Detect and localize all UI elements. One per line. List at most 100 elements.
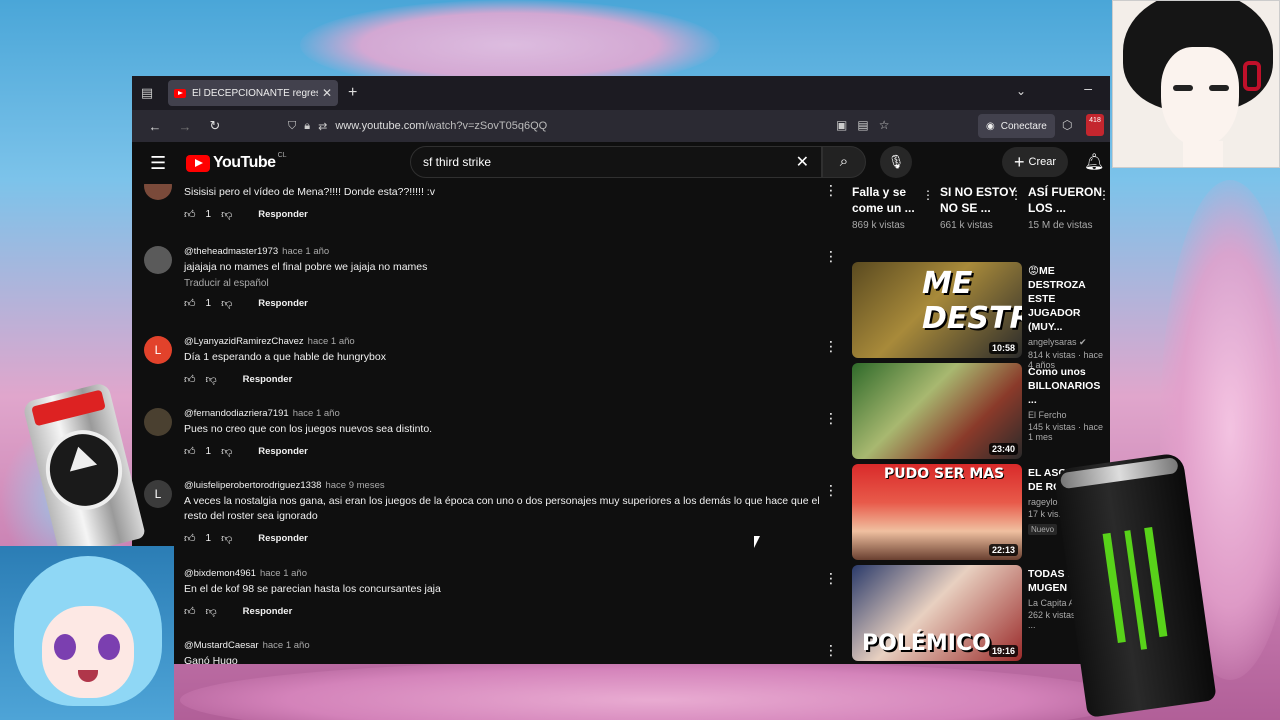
avatar[interactable] xyxy=(144,246,172,274)
mouse-cursor-icon xyxy=(754,536,760,548)
cherry-blossom-decoration xyxy=(180,660,1130,720)
more-icon[interactable]: ⋮ xyxy=(824,570,838,587)
video-thumbnail[interactable]: ME DESTROZA 10:58 xyxy=(852,262,1022,358)
dislike-icon[interactable]: 👎︎ xyxy=(206,605,217,618)
youtube-play-icon xyxy=(186,154,210,172)
dislike-icon[interactable]: 👎︎ xyxy=(221,297,232,310)
comment-header: @bixdemon4961 hace 1 año xyxy=(184,568,834,579)
chevron-down-icon[interactable]: ⌄ xyxy=(1016,84,1026,98)
more-icon[interactable]: ⋮ xyxy=(824,642,838,659)
comment-author[interactable]: @fernandodiazriera7191 xyxy=(184,408,289,419)
like-icon[interactable]: 👍︎ xyxy=(184,605,196,618)
short-item[interactable]: SI NO ESTOY NO SE ... 661 k vistas ⋮ xyxy=(940,184,1024,258)
video-item[interactable]: 23:40 Como unos BILLONARIOS ... El Ferch… xyxy=(852,363,1110,464)
notifications-bell-icon[interactable]: 🔔︎ xyxy=(1084,152,1104,172)
channel-name[interactable]: angelysaras ✔ xyxy=(1028,337,1106,348)
clear-search-icon[interactable]: ✕ xyxy=(796,152,809,172)
like-count: 1 xyxy=(205,209,212,220)
avatar[interactable] xyxy=(144,408,172,436)
avatar-eye xyxy=(98,634,120,660)
reply-button[interactable]: Responder xyxy=(258,533,308,544)
reload-icon[interactable]: ↻ xyxy=(200,118,230,134)
reply-button[interactable]: Responder xyxy=(258,298,308,309)
search-button[interactable]: ⌕ xyxy=(822,146,866,178)
more-icon[interactable]: ⋮ xyxy=(824,338,838,355)
like-icon[interactable]: 👍︎ xyxy=(184,532,196,545)
bookmark-star-icon[interactable]: ☆ xyxy=(879,118,890,132)
like-icon[interactable]: 👍︎ xyxy=(184,373,196,386)
search-input[interactable]: sf third strike ✕ xyxy=(410,146,822,178)
new-tab-button[interactable]: + xyxy=(348,84,357,102)
back-arrow-icon[interactable]: ← xyxy=(140,119,170,134)
more-icon[interactable]: ⋮ xyxy=(922,188,934,202)
url-actions: ▣ ▤ ☆ xyxy=(836,118,889,132)
hair-clip xyxy=(1243,61,1261,91)
short-item[interactable]: Falla y se come un ... 869 k vistas ⋮ xyxy=(852,184,936,258)
extensions-icon[interactable]: ⬡ xyxy=(1062,118,1072,132)
video-item[interactable]: ME DESTROZA 10:58 😡ME DESTROZA ESTE JUGA… xyxy=(852,262,1110,370)
like-icon[interactable]: 👍︎ xyxy=(184,445,196,458)
dislike-icon[interactable]: 👎︎ xyxy=(221,445,232,458)
reply-button[interactable]: Responder xyxy=(258,209,308,220)
video-meta: 145 k vistas · hace 1 mes xyxy=(1028,422,1104,442)
avatar[interactable]: L xyxy=(144,480,172,508)
dislike-icon[interactable]: 👎︎ xyxy=(206,373,217,386)
like-icon[interactable]: 👍︎ xyxy=(184,208,196,221)
reply-button[interactable]: Responder xyxy=(258,446,308,457)
dislike-icon[interactable]: 👎︎ xyxy=(221,208,232,221)
voice-search-button[interactable]: 🎙︎ xyxy=(880,146,912,178)
comment-header: @theheadmaster1973 hace 1 año xyxy=(184,246,834,257)
country-code: CL xyxy=(277,151,287,159)
comment-author[interactable]: @theheadmaster1973 xyxy=(184,246,278,257)
video-thumbnail[interactable]: POLÉMICO 19:16 xyxy=(852,565,1022,661)
reader-icon[interactable]: ▤ xyxy=(857,118,868,132)
url-bar[interactable]: ⛉ 🔒︎ ⇄ www.youtube.com/watch?v=zSovT05q6… xyxy=(288,114,908,138)
thumbnail-text: ME DESTROZA xyxy=(922,266,1022,336)
short-item[interactable]: ASÍ FUERON LOS ... 15 M de vistas ⋮ xyxy=(1028,184,1110,258)
like-icon[interactable]: 👍︎ xyxy=(184,297,196,310)
comment-author[interactable]: @luisfeliperobertorodriguez1338 xyxy=(184,480,321,491)
account-button[interactable]: ◉ Conectare xyxy=(978,114,1055,138)
more-icon[interactable]: ⋮ xyxy=(824,410,838,427)
comment-time: hace 9 meses xyxy=(325,480,385,491)
lock-icon[interactable]: 🔒︎ xyxy=(304,120,310,133)
more-icon[interactable]: ⋮ xyxy=(1010,188,1022,202)
avatar[interactable] xyxy=(144,184,172,200)
close-tab-icon[interactable]: ✕ xyxy=(322,86,332,100)
reply-button[interactable]: Responder xyxy=(243,606,293,617)
create-button[interactable]: + Crear xyxy=(1002,147,1069,177)
channel-name[interactable]: El Fercho xyxy=(1028,410,1106,420)
comment-text: Día 1 esperando a que hable de hungrybox xyxy=(184,351,386,363)
picture-icon[interactable]: ▣ xyxy=(836,118,847,132)
shield-icon[interactable]: ⛉ xyxy=(288,120,296,133)
extension-badge[interactable]: 418 xyxy=(1086,114,1104,136)
more-icon[interactable]: ⋮ xyxy=(824,482,838,499)
comments-section: Sisisisi pero el vídeo de Mena?!!!! Dond… xyxy=(132,184,842,664)
avatar[interactable]: L xyxy=(144,336,172,364)
avatar-face xyxy=(1161,47,1239,147)
more-icon[interactable]: ⋮ xyxy=(824,248,838,265)
plus-icon: + xyxy=(1014,152,1025,172)
tab-list-icon[interactable]: ▤ xyxy=(132,76,162,110)
comment-time: hace 1 año xyxy=(282,246,330,257)
comment-author[interactable]: @MustardCaesar xyxy=(184,640,259,651)
permissions-icon[interactable]: ⇄ xyxy=(318,120,327,133)
dislike-icon[interactable]: 👎︎ xyxy=(221,532,232,545)
like-count: 1 xyxy=(205,446,212,457)
video-thumbnail[interactable]: PUDO SER MAS 22:13 xyxy=(852,464,1022,560)
comment-author[interactable]: @LyanyazidRamirezChavez xyxy=(184,336,304,347)
translate-link[interactable]: Traducir al español xyxy=(184,278,834,289)
comment-author[interactable]: @bixdemon4961 xyxy=(184,568,256,579)
more-icon[interactable]: ⋮ xyxy=(824,184,838,199)
tab-youtube[interactable]: El DECEPCIONANTE regreso de ✕ xyxy=(168,80,338,106)
url-path: /watch?v=zSovT05q6QQ xyxy=(424,120,548,132)
youtube-logo[interactable]: YouTube CL xyxy=(186,151,287,172)
reply-button[interactable]: Responder xyxy=(243,374,293,385)
minimize-button[interactable]: – xyxy=(1084,80,1092,96)
video-thumbnail[interactable]: 23:40 xyxy=(852,363,1022,459)
menu-icon[interactable]: ☰ xyxy=(150,153,166,174)
avatar-neck xyxy=(1183,141,1223,167)
more-icon[interactable]: ⋮ xyxy=(1098,188,1110,202)
vtuber-avatar-overlay xyxy=(0,546,174,720)
forward-arrow-icon[interactable]: → xyxy=(170,119,200,134)
